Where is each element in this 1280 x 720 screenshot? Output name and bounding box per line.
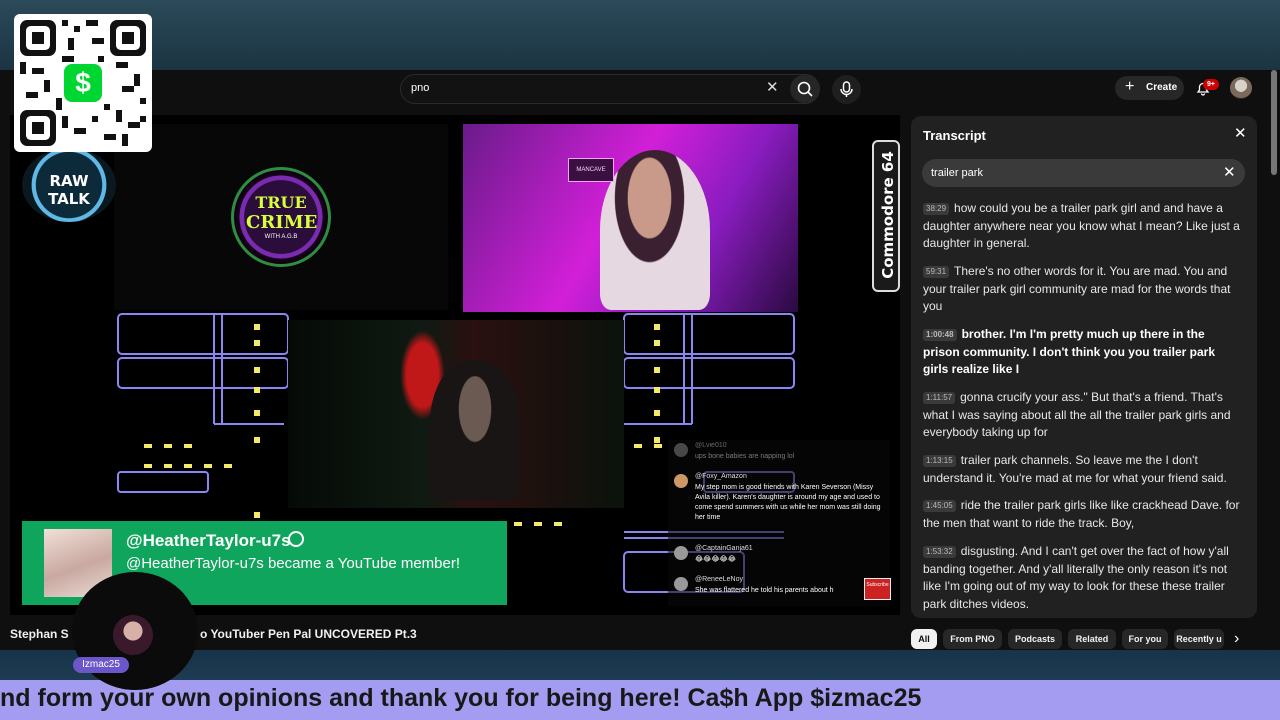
transcript-segment[interactable]: 1:11:57 gonna crucify your ass." But that… xyxy=(923,389,1243,442)
logo-text-with: WITH A.G.B xyxy=(264,234,298,240)
chat-text: ups bone babies are napping lol xyxy=(695,453,795,460)
verified-check-icon xyxy=(288,531,304,547)
clear-search-icon[interactable]: ✕ xyxy=(766,80,779,96)
segment-timestamp: 59:31 xyxy=(923,266,950,278)
member-message: @HeatherTaylor-u7s became a YouTube memb… xyxy=(126,555,461,572)
commodore-64-label: Commodore 64 xyxy=(879,151,897,279)
transcript-segment[interactable]: 1:53:32 disgusting. And I can't get over … xyxy=(923,543,1243,613)
notification-badge: 9+ xyxy=(1203,79,1219,90)
search-value: pno xyxy=(411,82,430,94)
close-transcript-icon[interactable]: ✕ xyxy=(1234,126,1247,142)
chat-avatar xyxy=(674,443,688,457)
chat-text: 😂😂😂😂😂 xyxy=(695,556,736,563)
segment-timestamp: 1:11:57 xyxy=(923,392,956,404)
transcript-title: Transcript xyxy=(923,128,986,143)
segment-timestamp: 1:53:32 xyxy=(923,546,956,558)
raw-talk-logo-text: RAW TALK xyxy=(48,172,90,208)
logo-text-true: TRUE xyxy=(255,193,307,212)
transcript-segment[interactable]: 1:45:05 ride the trailer park girls like … xyxy=(923,497,1243,532)
plus-icon: + xyxy=(1125,78,1135,95)
member-name: @HeatherTaylor-u7s xyxy=(126,531,291,550)
search-button[interactable] xyxy=(790,75,820,103)
create-label: Create xyxy=(1146,82,1178,93)
chat-author: @ReneeLeNoy xyxy=(695,576,743,583)
voice-search-button[interactable] xyxy=(832,75,861,104)
segment-timestamp: 1:00:48 xyxy=(923,329,957,341)
search-icon xyxy=(797,81,813,97)
segment-timestamp: 38:29 xyxy=(923,203,950,215)
streamer-name-tag: Izmac25 xyxy=(73,657,129,673)
chat-avatar xyxy=(674,577,688,591)
chip-recently-uploaded[interactable]: Recently u xyxy=(1174,629,1224,649)
chip-for-you[interactable]: For you xyxy=(1122,629,1168,649)
chip-from-pno[interactable]: From PNO xyxy=(943,629,1002,649)
chat-text: My step mom is good friends with Karen S… xyxy=(695,484,881,521)
segment-text: brother. I'm I'm pretty much up there in… xyxy=(923,327,1215,376)
clear-transcript-search-icon[interactable]: ✕ xyxy=(1223,165,1236,181)
stream-overlay-top xyxy=(0,0,1280,70)
transcript-segment-active[interactable]: 1:00:48 brother. I'm I'm pretty much up t… xyxy=(923,326,1243,379)
segment-text: ride the trailer park girls like like cr… xyxy=(923,498,1240,530)
logo-text-crime: CRIME xyxy=(246,212,318,233)
chat-text: She was flattered he told his parents ab… xyxy=(695,587,834,594)
video-title-right[interactable]: o YouTuber Pen Pal UNCOVERED Pt.3 xyxy=(200,627,417,641)
segment-text: disgusting. And I can't get over the fac… xyxy=(923,544,1229,611)
transcript-search-value: trailer park xyxy=(931,167,983,179)
segment-timestamp: 1:13:15 xyxy=(923,455,956,467)
mic-icon xyxy=(840,81,853,97)
segment-text: gonna crucify your ass." But that's a fr… xyxy=(923,390,1231,439)
guest-figure xyxy=(430,360,520,500)
account-avatar[interactable] xyxy=(1230,77,1252,99)
chip-all[interactable]: All xyxy=(911,629,937,649)
video-title-left[interactable]: Stephan S xyxy=(10,627,69,641)
chat-avatar xyxy=(674,474,688,488)
segment-text: how could you be a trailer park girl and… xyxy=(923,201,1240,250)
segment-text: There's no other words for it. You are m… xyxy=(923,264,1231,313)
transcript-segment[interactable]: 1:13:15 trailer park channels. So leave m… xyxy=(923,452,1243,487)
chip-podcasts[interactable]: Podcasts xyxy=(1008,629,1062,649)
chevron-right-icon[interactable]: › xyxy=(1234,630,1239,648)
subscribe-badge: Subscribe xyxy=(864,578,891,600)
streamer-face xyxy=(113,615,153,655)
chat-author: @Lvie010 xyxy=(695,442,727,449)
scrollbar-thumb[interactable] xyxy=(1271,70,1277,175)
transcript-segment[interactable]: 38:29 how could you be a trailer park gir… xyxy=(923,200,1243,253)
host-figure xyxy=(600,150,710,310)
transcript-segment[interactable]: 59:31 There's no other words for it. You … xyxy=(923,263,1243,316)
segment-text: trailer park channels. So leave me the I… xyxy=(923,453,1227,485)
cashapp-logo-icon: $ xyxy=(64,64,102,102)
chat-avatar xyxy=(674,546,688,560)
segment-timestamp: 1:45:05 xyxy=(923,500,956,512)
chat-author: @CaptainGanja61 xyxy=(695,545,753,552)
chat-author: @Foxy_Amazon xyxy=(695,473,747,480)
chip-related[interactable]: Related xyxy=(1068,629,1116,649)
mancave-sign: MANCAVE xyxy=(568,158,614,182)
search-input[interactable] xyxy=(400,74,820,104)
live-chat-overlay: @Lvie010 ups bone babies are napping lol… xyxy=(668,440,890,606)
